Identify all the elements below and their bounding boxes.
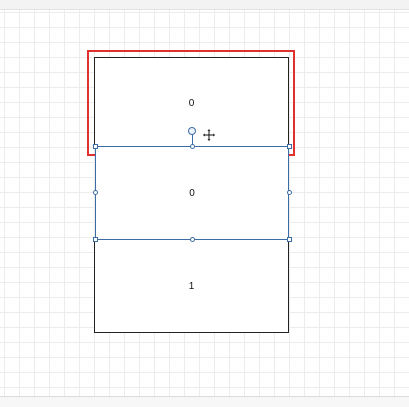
resize-handle-top[interactable] [190, 144, 195, 149]
resize-handle-top-right[interactable] [287, 144, 292, 149]
resize-handle-right[interactable] [287, 190, 292, 195]
resize-handle-bottom-left[interactable] [93, 237, 98, 242]
cell-top-label: 0 [188, 98, 195, 109]
move-cursor-icon [202, 128, 216, 142]
resize-handle-left[interactable] [93, 190, 98, 195]
cell-middle-label: 0 [189, 187, 195, 199]
bottom-scrollbar-strip[interactable] [0, 396, 409, 407]
resize-handle-bottom-right[interactable] [287, 237, 292, 242]
resize-handle-top-left[interactable] [93, 144, 98, 149]
top-toolbar-strip [0, 0, 409, 10]
resize-handle-bottom[interactable] [190, 237, 195, 242]
cell-middle-selected[interactable]: 0 [95, 146, 289, 240]
cell-bottom[interactable]: 1 [94, 239, 289, 333]
rotate-handle[interactable] [188, 127, 196, 135]
cell-bottom-label: 1 [188, 280, 195, 292]
